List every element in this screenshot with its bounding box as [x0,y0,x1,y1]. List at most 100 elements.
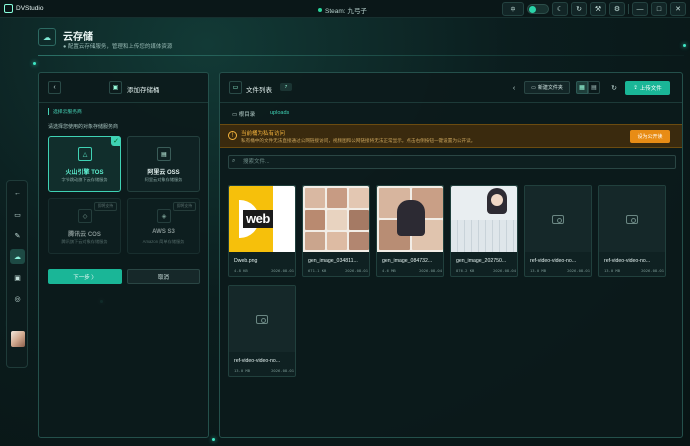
section-description: 请选择您使用的对象存储服务商 [48,124,119,130]
video-icon [256,314,268,324]
file-date: 2026-08-04 [419,268,442,273]
file-card[interactable]: ref-video-video-no... 13.0 MB 2026-08-01 [524,185,592,277]
file-card[interactable]: ref-video-video-no... 13.0 MB 2026-08-01 [228,285,296,377]
add-bucket-panel: ‹ ▣ 添加存储桶 选择云服务商 请选择您使用的对象存储服务商 ✓ △ 火山引擎… [38,72,209,438]
file-size: 4.6 MB [382,268,396,273]
file-card[interactable]: gen_image_202750... 876.2 KB 2026-08-04 [450,185,518,277]
file-thumbnail [525,186,591,252]
file-name: gen_image_202750... [456,258,507,264]
coming-soon-badge: 即将支持 [172,202,196,211]
close-button[interactable]: ✕ [670,2,686,16]
file-meta: 13.0 MB 2026-08-01 [604,268,664,273]
target-icon[interactable]: ◎ [10,291,25,306]
page-title: 云存储 [63,32,93,43]
settings-icon[interactable]: ⚙ [609,2,625,16]
provider-card-aws: 即将支持 ◈ AWS S3 Amazon 简单存储服务 [127,198,200,254]
new-folder-button[interactable]: ▭ 新建文件夹 [524,81,570,94]
file-thumbnail [451,186,517,252]
user-avatar[interactable] [11,331,25,347]
moon-icon[interactable]: ☾ [552,2,568,16]
file-name: Dweb.png [234,258,258,264]
file-meta: 13.0 MB 2026-08-01 [530,268,590,273]
file-card[interactable]: web Dweb.png 4.8 KB 2026-08-01 [228,185,296,277]
volcengine-logo-icon: △ [78,147,92,161]
set-public-button[interactable]: 设为公开读 [630,130,670,143]
file-date: 2026-08-01 [271,268,294,273]
minimize-button[interactable]: — [632,2,648,16]
lang-button[interactable]: 中 [502,2,524,16]
file-meta: 4.6 MB 2026-08-04 [382,268,442,273]
file-size: 13.0 MB [530,268,547,273]
edit-icon[interactable]: ✎ [10,228,25,243]
file-size: 876.2 KB [456,268,475,273]
file-thumbnail [303,186,369,252]
provider-desc: 腾讯旗下云对象存储服务 [61,239,108,244]
cloud-storage-icon[interactable]: ☁ [10,249,25,264]
private-bucket-warning: ! 当前桶为私有访问 私有桶中的文件无法直接通过公网链接访问，视频图和公网链接将… [220,124,682,148]
file-count-badge: 7 [280,83,292,91]
folder-icon[interactable]: ▭ [10,207,25,222]
file-thumbnail [377,186,443,252]
steam-status: Steam: 九弓子 [318,5,367,15]
video-icon [552,214,564,224]
provider-card-tencent: 即将支持 ◇ 腾讯云 COS 腾讯旗下云对象存储服务 [48,198,121,254]
header-divider [38,55,684,56]
provider-card-volcengine[interactable]: ✓ △ 火山引擎 TOS 字节跳动旗下云存储服务 [48,136,121,192]
maximize-button[interactable]: □ [651,2,667,16]
file-name: ref-video-video-no... [234,358,281,364]
tools-icon[interactable]: ⚒ [590,2,606,16]
file-card[interactable]: ref-video-video-no... 13.0 MB 2026-08-01 [598,185,666,277]
file-name: ref-video-video-no... [530,258,577,264]
aws-logo-icon: ◈ [157,209,171,223]
provider-card-aliyun[interactable]: ▤ 阿里云 OSS 阿里云对象存储服务 [127,136,200,192]
theme-toggle[interactable] [527,4,549,14]
ambient-dot [683,44,686,47]
list-view-icon[interactable]: ▤ [588,81,600,94]
add-bucket-header: ‹ ▣ 添加存储桶 [39,73,208,103]
file-search: ⌕ [228,155,676,169]
chevron-left-icon[interactable]: ‹ [508,82,520,94]
provider-desc: Amazon 简单存储服务 [142,239,185,244]
file-date: 2026-08-04 [493,268,516,273]
refresh-icon[interactable]: ↻ [571,2,587,16]
file-size: 4.8 KB [234,268,248,273]
warning-icon: ! [228,131,237,140]
file-name: gen_image_034811... [308,258,358,264]
provider-desc: 字节跳动旗下云存储服务 [61,177,108,182]
status-dot-icon [318,8,322,12]
title-bar: DVStudio Steam: 九弓子 中 ☾ ↻ ⚒ ⚙ — □ ✕ [0,0,690,18]
file-date: 2026-08-01 [641,268,664,273]
title-bar-divider [628,4,629,14]
file-size: 13.0 MB [604,268,621,273]
file-thumbnail: web [229,186,295,252]
folder-icon: ▭ [229,81,242,94]
file-name: ref-video-video-no... [604,258,651,264]
file-list-panel: ▭ 文件列表 7 ‹ ▭ 新建文件夹 ▦ ▤ ↻ ⇪ 上传文件 ▭ 根目录 up… [219,72,683,438]
grid-view-icon[interactable]: ▦ [576,81,588,94]
dweb-logo-text: web [243,210,273,228]
upload-label: 上传文件 [639,86,662,92]
video-icon [626,214,638,224]
file-card[interactable]: gen_image_034811... 671.1 KB 2026-08-01 [302,185,370,277]
file-date: 2026-08-01 [345,268,368,273]
cancel-button[interactable]: 取消 [127,269,200,284]
collapse-arrow-icon[interactable]: ← [10,186,25,201]
breadcrumb-current: uploads [270,110,290,116]
search-input[interactable] [243,157,663,167]
aliyun-logo-icon: ▤ [157,147,171,161]
back-button[interactable]: ‹ [48,81,61,94]
upload-button[interactable]: ⇪ 上传文件 [625,81,670,95]
warning-title: 当前桶为私有访问 [241,131,286,137]
ambient-dot [212,438,215,441]
file-meta: 876.2 KB 2026-08-04 [456,268,516,273]
next-button[interactable]: 下一步 〉 [48,269,122,284]
refresh-icon[interactable]: ↻ [608,82,620,94]
breadcrumb-root[interactable]: ▭ 根目录 [232,110,255,118]
provider-name: 腾讯云 COS [68,232,101,238]
file-card[interactable]: gen_image_084732... 4.6 MB 2026-08-04 [376,185,444,277]
file-meta: 13.0 MB 2026-08-01 [234,368,294,373]
file-date: 2026-08-01 [567,268,590,273]
tencent-logo-icon: ◇ [78,209,92,223]
provider-desc: 阿里云对象存储服务 [144,177,183,182]
media-icon[interactable]: ▣ [10,270,25,285]
